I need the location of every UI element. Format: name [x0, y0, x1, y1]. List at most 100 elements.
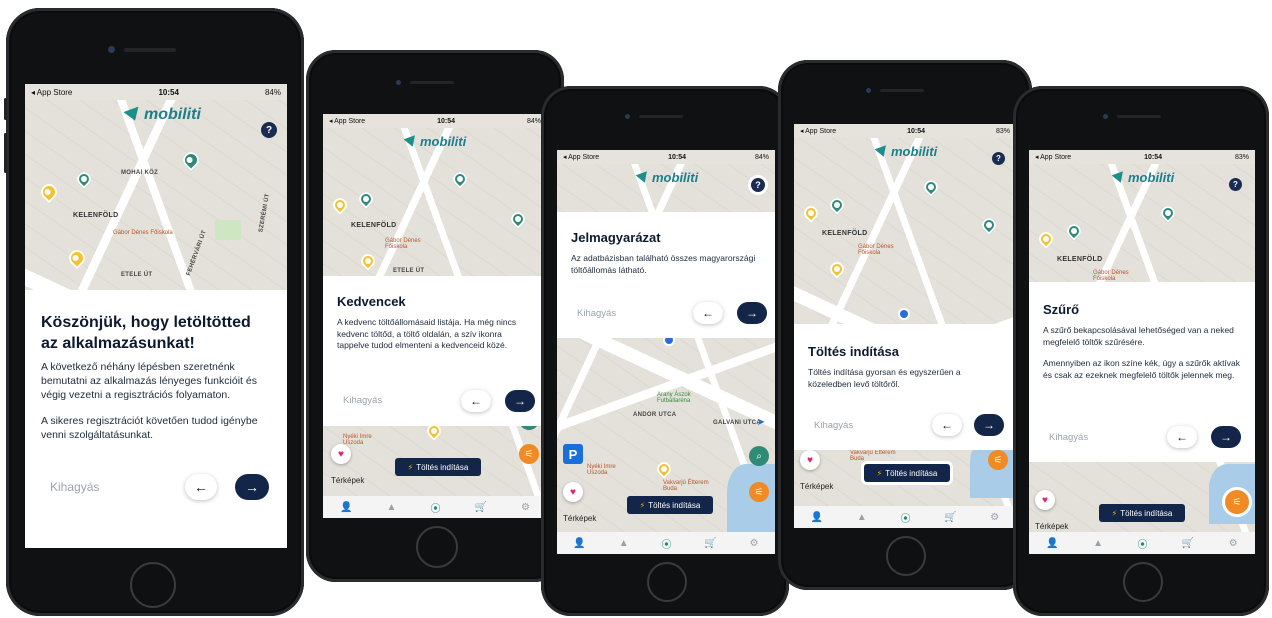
tab-map[interactable]: ▲: [1093, 538, 1103, 549]
next-button[interactable]: →: [737, 302, 767, 324]
side-button: [4, 98, 7, 120]
tab-profile[interactable]: 👤: [811, 512, 823, 523]
back-button[interactable]: ←: [461, 390, 491, 412]
logo-mark-icon: [874, 144, 890, 159]
status-bar: ◂ App Store 10:54 84%: [25, 84, 287, 100]
card-title: Töltés indítása: [808, 344, 900, 359]
back-button[interactable]: ←: [185, 474, 217, 500]
locate-button[interactable]: ➤: [751, 412, 771, 432]
next-button[interactable]: →: [235, 474, 269, 500]
tab-station[interactable]: ⦿: [900, 510, 910, 525]
next-button[interactable]: →: [505, 390, 535, 412]
card-body: Töltés indítása gyorsan és egyszerűen a …: [808, 367, 961, 389]
start-charge-button[interactable]: ⚡ Töltés indítása: [1099, 504, 1185, 522]
charger-pin-icon[interactable]: [1064, 221, 1084, 241]
skip-button[interactable]: Kihagyás: [577, 308, 616, 319]
status-carrier: ◂ App Store: [563, 154, 600, 161]
help-icon[interactable]: ?: [751, 178, 765, 192]
front-camera: [396, 80, 401, 85]
tab-map[interactable]: ▲: [619, 538, 629, 549]
tab-cart[interactable]: 🛒: [1182, 538, 1194, 549]
charger-pin-icon[interactable]: [1158, 203, 1178, 223]
screen-start-charge: ◂ App Store 10:54 83% mobiliti ? KELENFÖ…: [794, 124, 1016, 528]
help-icon[interactable]: ?: [1229, 178, 1242, 191]
poi-label: Gábor Dénes Főiskola: [858, 244, 894, 256]
status-battery: 83%: [995, 127, 1010, 135]
charger-pin-icon[interactable]: [654, 459, 674, 479]
tab-cart[interactable]: 🛒: [944, 512, 956, 523]
skip-button[interactable]: Kihagyás: [343, 395, 382, 406]
favorites-heart-button[interactable]: ♥: [800, 450, 820, 470]
tab-map[interactable]: ▲: [387, 502, 397, 513]
back-button[interactable]: ←: [932, 414, 962, 436]
favorites-heart-button[interactable]: ♥: [563, 482, 583, 502]
charger-pin-icon[interactable]: [827, 259, 847, 279]
next-button[interactable]: →: [974, 414, 1004, 436]
charger-pin-icon[interactable]: [330, 195, 350, 215]
start-charge-label: Töltés indítása: [648, 500, 701, 510]
favorites-heart-button[interactable]: ♥: [331, 444, 351, 464]
skip-button[interactable]: Kihagyás: [814, 420, 853, 431]
tab-station[interactable]: ⦿: [1137, 536, 1147, 551]
help-icon[interactable]: ?: [992, 152, 1005, 165]
skip-button[interactable]: Kihagyás: [1049, 432, 1088, 443]
home-button[interactable]: [647, 562, 687, 602]
charger-pin-icon[interactable]: [356, 189, 376, 209]
logo-mark-icon: [403, 134, 419, 149]
tab-cart[interactable]: 🛒: [474, 502, 486, 513]
filter-button[interactable]: ⚟: [1225, 490, 1249, 514]
home-button[interactable]: [416, 526, 458, 568]
charger-pin-icon[interactable]: [450, 169, 470, 189]
tab-profile[interactable]: 👤: [1046, 538, 1058, 549]
charger-pin-icon[interactable]: [979, 215, 999, 235]
back-button[interactable]: ←: [693, 302, 723, 324]
tab-settings[interactable]: ⚙: [750, 538, 759, 549]
charger-pin-icon[interactable]: [921, 177, 941, 197]
status-time: 10:54: [437, 117, 456, 125]
filter-button[interactable]: ⚟: [519, 444, 539, 464]
charger-pin-icon[interactable]: [508, 209, 528, 229]
logo-text: mobiliti: [420, 134, 467, 149]
charger-pin-icon[interactable]: [801, 203, 821, 223]
apple-maps-label: Térképek: [800, 482, 834, 491]
favorites-heart-button[interactable]: ♥: [1035, 490, 1055, 510]
back-button[interactable]: ←: [1167, 426, 1197, 448]
home-button[interactable]: [130, 562, 176, 608]
charger-pin-icon[interactable]: [37, 180, 61, 204]
start-charge-button[interactable]: ⚡ Töltés indítása: [395, 458, 481, 476]
tab-settings[interactable]: ⚙: [1229, 538, 1238, 549]
start-charge-button[interactable]: ⚡ Töltés indítása: [627, 496, 713, 514]
tab-settings[interactable]: ⚙: [990, 512, 999, 523]
charger-pin-icon[interactable]: [1036, 229, 1056, 249]
tab-profile[interactable]: 👤: [573, 538, 585, 549]
poi-label: Nyéki Imre Uszoda: [343, 434, 372, 446]
onboarding-card: Szűrő A szűrő bekapcsolásával lehetősége…: [1029, 282, 1255, 462]
status-bar: ◂ App Store 10:54 84%: [557, 150, 775, 164]
status-carrier: ◂ App Store: [329, 118, 366, 125]
parking-badge[interactable]: P: [563, 444, 583, 464]
filter-button[interactable]: ⚟: [988, 450, 1008, 470]
help-icon[interactable]: ?: [261, 122, 277, 138]
tab-settings[interactable]: ⚙: [521, 502, 530, 513]
charger-pin-icon[interactable]: [827, 195, 847, 215]
tab-station[interactable]: ⦿: [430, 500, 440, 515]
card-body: Az adatbázisban található összes magyaro…: [571, 253, 756, 275]
search-button[interactable]: ⌕: [749, 446, 769, 466]
skip-button[interactable]: Kihagyás: [50, 480, 99, 494]
charger-pin-icon[interactable]: [65, 246, 89, 270]
home-button[interactable]: [1123, 562, 1163, 602]
next-button[interactable]: →: [1211, 426, 1241, 448]
charger-pin-icon[interactable]: [179, 148, 203, 172]
tab-station[interactable]: ⦿: [661, 536, 671, 551]
tab-profile[interactable]: 👤: [340, 502, 352, 513]
tab-map[interactable]: ▲: [857, 512, 867, 523]
status-bar: ◂ App Store 10:54 84%: [323, 114, 547, 128]
charger-pin-icon[interactable]: [358, 251, 378, 271]
mobiliti-logo: mobiliti: [874, 144, 937, 159]
phone-legend: ◂ App Store 10:54 84% mobiliti ? Arany Á…: [541, 86, 789, 616]
charger-pin-icon[interactable]: [74, 169, 94, 189]
home-button[interactable]: [886, 536, 926, 576]
filter-button[interactable]: ⚟: [749, 482, 769, 502]
tab-cart[interactable]: 🛒: [704, 538, 716, 549]
start-charge-button[interactable]: ⚡ Töltés indítása: [864, 464, 950, 482]
